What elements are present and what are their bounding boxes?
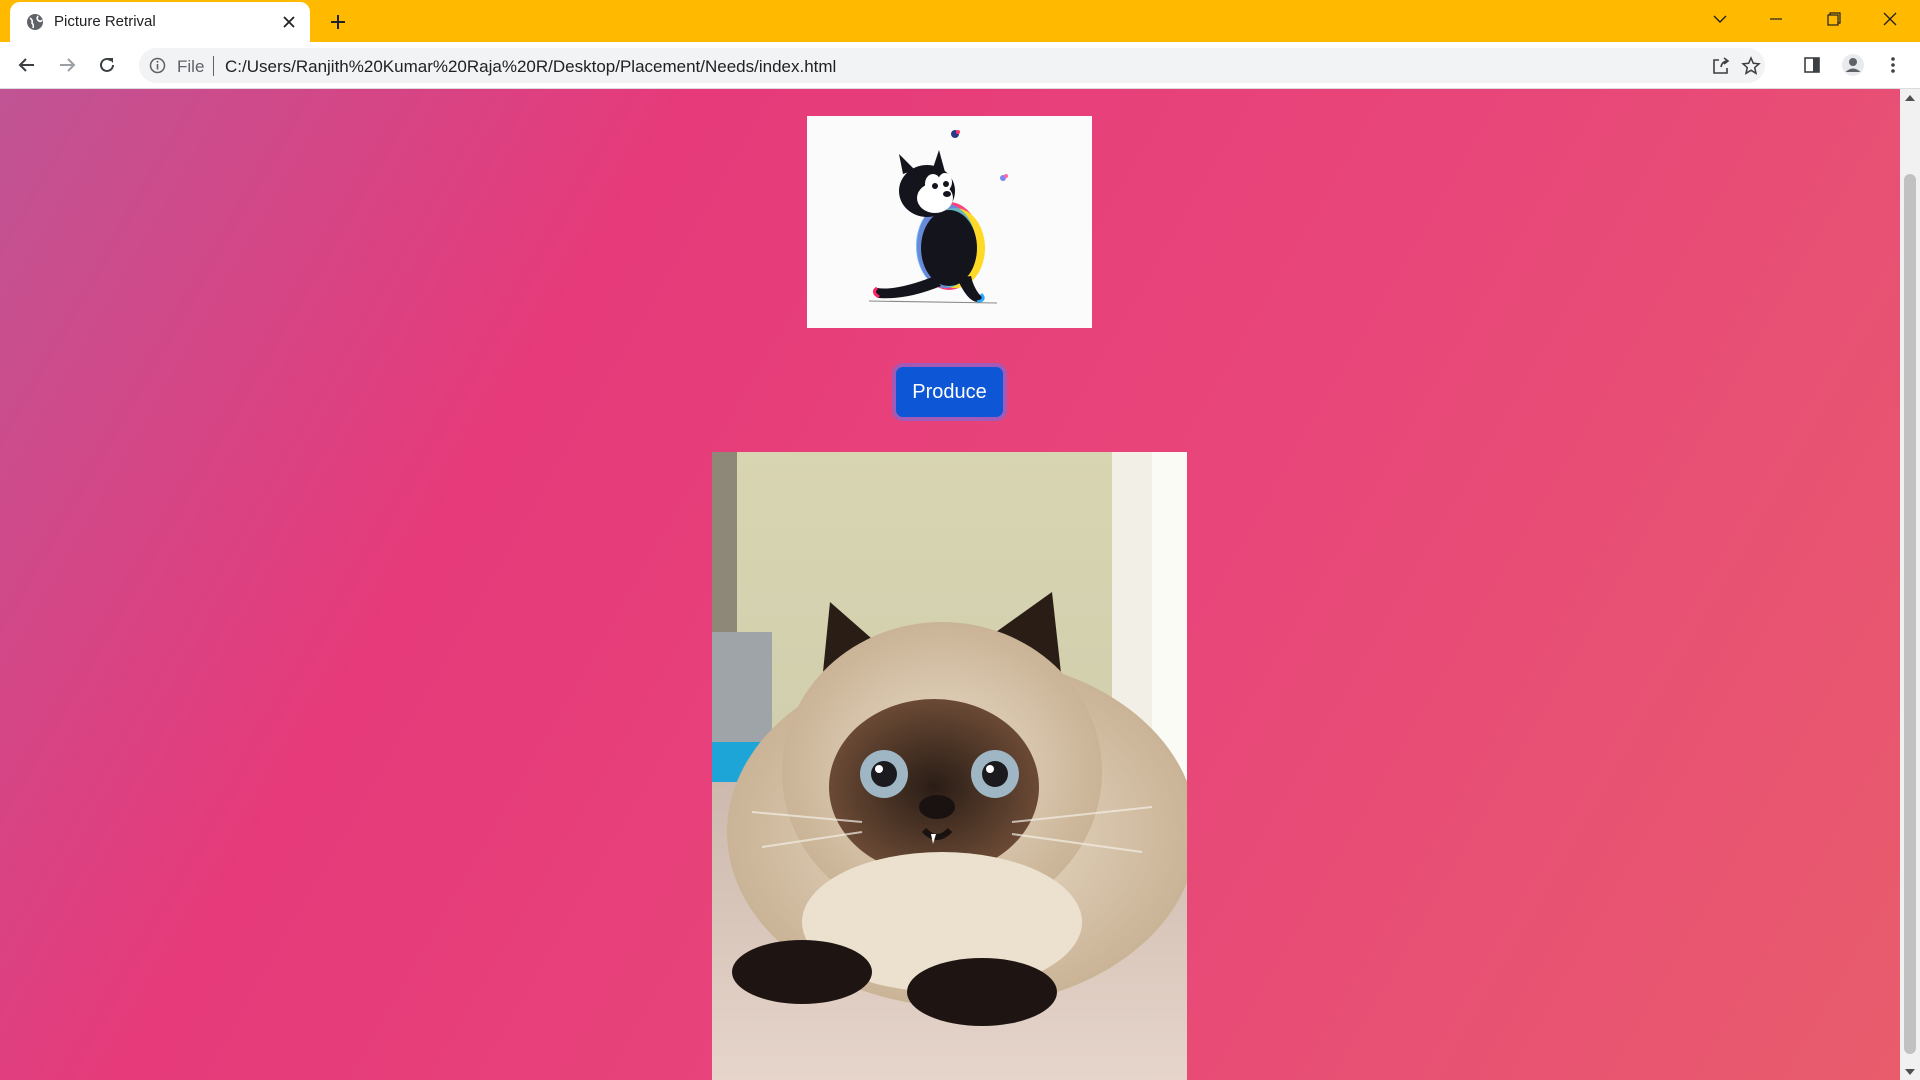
minimize-icon[interactable]: [1748, 0, 1804, 38]
toolbar: File C:/Users/Ranjith%20Kumar%20Raja%20R…: [0, 42, 1920, 89]
page-viewport: Produce: [0, 89, 1900, 1080]
tab-title: Picture Retrival: [54, 13, 156, 30]
persian-cat-photo: [712, 452, 1187, 1080]
side-panel-icon[interactable]: [1797, 50, 1827, 80]
back-icon[interactable]: [12, 50, 42, 80]
chevron-down-icon[interactable]: [1692, 0, 1748, 38]
globe-icon: [26, 13, 44, 31]
url-scheme-label: File: [177, 57, 205, 76]
title-bar: Picture Retrival: [0, 0, 1920, 42]
forward-icon[interactable]: [52, 50, 82, 80]
profile-icon[interactable]: [1838, 50, 1868, 80]
scroll-down-arrow-icon[interactable]: [1900, 1063, 1920, 1080]
cartoon-cat-image: [807, 116, 1092, 328]
close-window-icon[interactable]: [1862, 0, 1918, 38]
scrollbar-thumb[interactable]: [1904, 174, 1916, 1054]
share-icon[interactable]: [1709, 54, 1733, 78]
star-icon[interactable]: [1739, 54, 1763, 78]
vertical-scrollbar[interactable]: [1900, 89, 1920, 1080]
restore-icon[interactable]: [1806, 0, 1862, 38]
address-bar[interactable]: File C:/Users/Ranjith%20Kumar%20Raja%20R…: [139, 48, 1765, 83]
plus-icon[interactable]: [324, 8, 352, 36]
tab-picture-retrival[interactable]: Picture Retrival: [10, 2, 310, 42]
reload-icon[interactable]: [92, 50, 122, 80]
kebab-menu-icon[interactable]: [1878, 50, 1908, 80]
separator: [213, 56, 214, 76]
scroll-up-arrow-icon[interactable]: [1900, 89, 1920, 106]
info-icon[interactable]: [149, 57, 166, 74]
url-text[interactable]: C:/Users/Ranjith%20Kumar%20Raja%20R/Desk…: [225, 57, 836, 77]
close-icon[interactable]: [278, 11, 300, 33]
produce-button[interactable]: Produce: [896, 367, 1003, 417]
